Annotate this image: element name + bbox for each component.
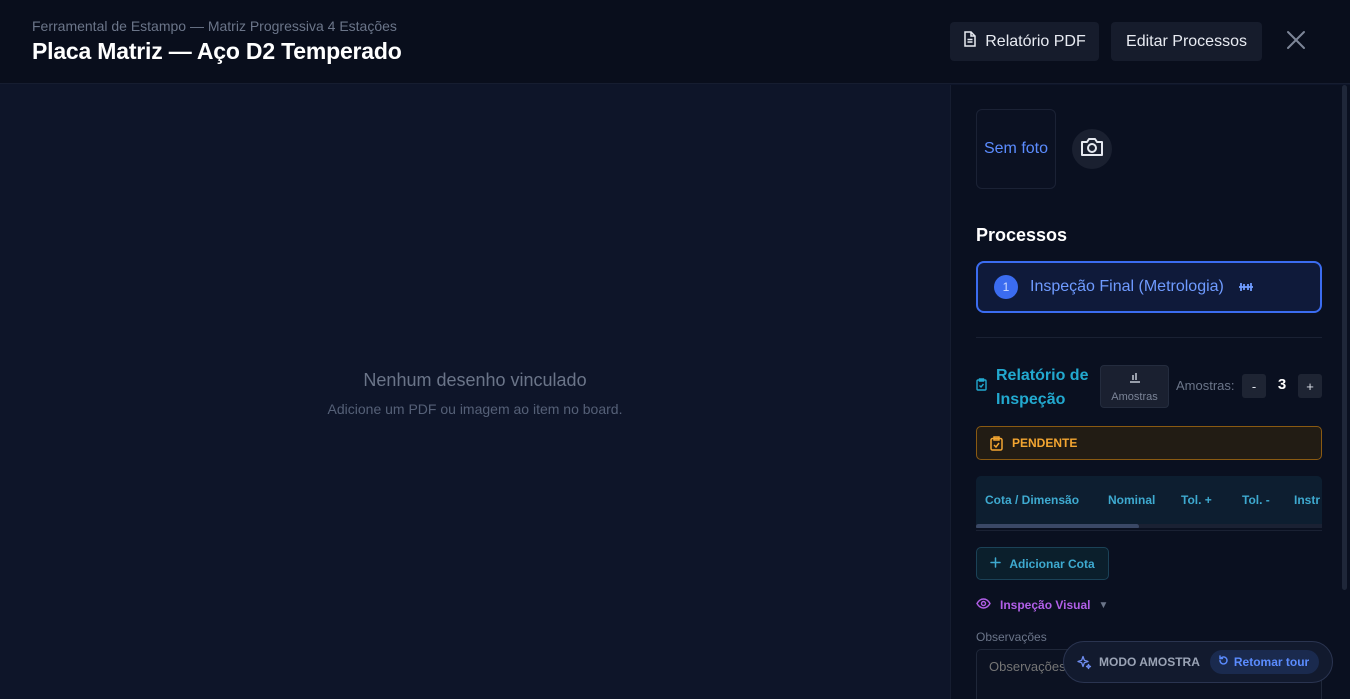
process-number: 1 <box>994 275 1018 299</box>
breadcrumb-subtitle: Ferramental de Estampo — Matriz Progress… <box>32 18 397 34</box>
edit-processes-button[interactable]: Editar Processos <box>1111 22 1262 61</box>
plus-icon <box>990 556 1002 571</box>
page-title: Placa Matriz — Aço D2 Temperado <box>32 38 402 64</box>
photo-placeholder-label: Sem foto <box>983 140 1049 157</box>
top-header: Ferramental de Estampo — Matriz Progress… <box>0 0 1350 84</box>
edit-processes-label: Editar Processos <box>1126 32 1247 50</box>
clipboard-icon <box>990 435 1003 451</box>
process-label: Inspeção Final (Metrologia) <box>1030 278 1224 295</box>
column-header-instrument: Instr <box>1294 493 1321 507</box>
samples-increment-button[interactable]: + <box>1298 374 1322 398</box>
resume-tour-button[interactable]: Retomar tour <box>1209 650 1320 674</box>
samples-decrement-button[interactable]: - <box>1242 374 1266 398</box>
inspection-report-title: Relatório de Inspeção <box>996 367 1089 408</box>
camera-icon <box>1080 136 1104 163</box>
table-divider <box>976 530 1322 531</box>
processes-title: Processos <box>976 225 1068 245</box>
empty-state-title: Nenhum desenho vinculado <box>363 370 587 390</box>
samples-label: Amostras: <box>1176 378 1235 393</box>
dimensions-table: Cota / Dimensão Nominal Tol. + Tol. - In… <box>976 476 1322 528</box>
demo-mode-label: MODO AMOSTRA <box>1099 655 1200 669</box>
samples-button-label: Amostras <box>1111 391 1158 403</box>
add-dimension-button[interactable]: Adicionar Cota <box>976 547 1109 580</box>
document-icon <box>963 31 977 52</box>
eye-icon <box>976 596 991 614</box>
table-scroll-thumb[interactable] <box>976 524 1139 528</box>
column-header-tol-plus: Tol. + <box>1181 493 1212 507</box>
table-horizontal-scrollbar[interactable] <box>976 524 1322 528</box>
close-button[interactable] <box>1282 28 1310 56</box>
caret-down-icon: ▼ <box>1098 599 1109 611</box>
camera-button[interactable] <box>1072 129 1112 169</box>
chart-icon <box>1129 370 1141 388</box>
observations-label: Observações <box>976 630 1047 644</box>
pdf-report-label: Relatório PDF <box>985 32 1086 50</box>
column-header-tol-minus: Tol. - <box>1242 493 1270 507</box>
panel-scrollbar[interactable] <box>1342 85 1347 590</box>
column-header-dimension: Cota / Dimensão <box>985 493 1080 507</box>
refresh-icon <box>1218 655 1229 669</box>
close-icon <box>1286 30 1306 55</box>
samples-count: 3 <box>1277 376 1287 393</box>
section-divider <box>976 337 1322 338</box>
demo-mode-pill: MODO AMOSTRA Retomar tour <box>1063 641 1333 683</box>
table-header: Cota / Dimensão Nominal Tol. + Tol. - In… <box>976 476 1322 524</box>
side-panel: Sem foto Processos 1 Inspeção Final (Met… <box>950 85 1350 699</box>
caliper-icon <box>1238 281 1254 293</box>
drawing-viewer: Nenhum desenho vinculado Adicione um PDF… <box>0 85 950 699</box>
resume-tour-label: Retomar tour <box>1233 655 1310 669</box>
visual-inspection-toggle[interactable]: Inspeção Visual ▼ <box>976 597 1108 613</box>
visual-inspection-label: Inspeção Visual <box>1000 598 1091 612</box>
add-dimension-label: Adicionar Cota <box>1009 556 1095 571</box>
pdf-report-button[interactable]: Relatório PDF <box>950 22 1099 61</box>
sparkles-icon <box>1077 655 1092 670</box>
status-badge: PENDENTE <box>976 426 1322 460</box>
samples-button[interactable]: Amostras <box>1100 365 1169 408</box>
photo-placeholder[interactable]: Sem foto <box>976 109 1056 189</box>
empty-state-subtitle: Adicione um PDF ou imagem ao item no boa… <box>327 401 623 417</box>
column-header-nominal: Nominal <box>1108 493 1156 507</box>
process-item[interactable]: 1 Inspeção Final (Metrologia) <box>976 261 1322 313</box>
status-text: PENDENTE <box>1012 436 1078 450</box>
clipboard-check-icon <box>976 378 987 396</box>
